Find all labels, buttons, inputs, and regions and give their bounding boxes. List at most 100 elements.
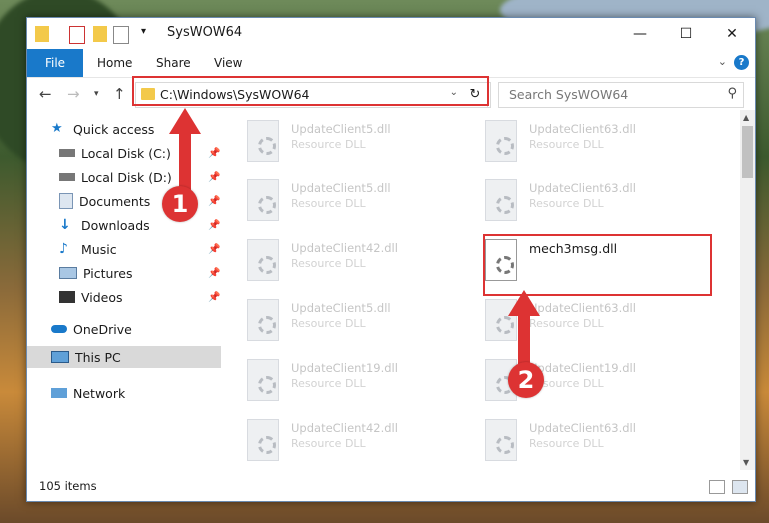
pin-icon[interactable]: 📌 — [208, 196, 220, 207]
file-item[interactable]: UpdateClient42.dll Resource DLL — [243, 417, 463, 467]
file-type: Resource DLL — [529, 437, 604, 450]
picture-icon — [59, 267, 77, 279]
back-arrow-icon[interactable]: ← — [39, 85, 52, 103]
file-name: UpdateClient5.dll — [291, 301, 391, 315]
file-name: UpdateClient42.dll — [291, 241, 398, 255]
dll-file-icon — [485, 179, 517, 221]
pin-icon[interactable]: 📌 — [208, 220, 220, 231]
sidebar-item-label: Music — [81, 241, 117, 257]
file-item[interactable]: UpdateClient63.dll Resource DLL — [481, 417, 701, 467]
file-name: UpdateClient5.dll — [291, 122, 391, 136]
file-type: Resource DLL — [291, 197, 366, 210]
step-one-badge: 1 — [162, 186, 198, 222]
ribbon: File Home Share View ⌄ ? — [27, 49, 755, 78]
file-name: UpdateClient63.dll — [529, 181, 636, 195]
file-type: Resource DLL — [291, 377, 366, 390]
download-arrow-icon: ↓ — [59, 217, 71, 233]
gear-icon — [496, 436, 514, 454]
details-view-icon[interactable] — [709, 480, 725, 494]
file-name: UpdateClient19.dll — [529, 361, 636, 375]
help-icon[interactable]: ? — [734, 55, 749, 70]
file-type: Resource DLL — [291, 257, 366, 270]
pin-icon[interactable]: 📌 — [208, 148, 220, 159]
file-type: Resource DLL — [529, 197, 604, 210]
maximize-button[interactable]: ☐ — [663, 18, 709, 49]
drive-icon — [59, 149, 75, 157]
customize-toolbar-icon[interactable]: ▾ — [141, 26, 146, 37]
file-type: Resource DLL — [529, 138, 604, 151]
up-arrow-icon[interactable]: ↑ — [113, 85, 126, 103]
file-item[interactable]: UpdateClient5.dll Resource DLL — [243, 177, 463, 227]
sidebar-item-label: Documents — [79, 193, 151, 209]
gear-icon — [258, 316, 276, 334]
search-input[interactable]: Search SysWOW64 ⚲ — [498, 82, 744, 108]
file-item[interactable]: UpdateClient63.dll Resource DLL — [481, 118, 701, 168]
file-type: Resource DLL — [291, 138, 366, 151]
sidebar-item-label: Quick access — [73, 121, 155, 137]
sidebar-item-label: Local Disk (D:) — [81, 169, 172, 185]
forward-arrow-icon[interactable]: → — [67, 85, 80, 103]
sidebar-item-onedrive[interactable]: OneDrive — [27, 318, 221, 340]
gear-icon — [258, 256, 276, 274]
sidebar-item-pictures[interactable]: Pictures 📌 — [27, 262, 221, 284]
tab-view[interactable]: View — [214, 56, 242, 70]
new-folder-icon[interactable] — [93, 26, 107, 42]
tab-share[interactable]: Share — [156, 56, 191, 70]
step-two-badge: 2 — [508, 362, 544, 398]
dll-file-icon — [485, 120, 517, 162]
gear-icon — [258, 436, 276, 454]
file-name: UpdateClient63.dll — [529, 421, 636, 435]
gear-icon — [496, 196, 514, 214]
file-item[interactable]: UpdateClient5.dll Resource DLL — [243, 297, 463, 347]
file-name: UpdateClient42.dll — [291, 421, 398, 435]
vertical-scrollbar[interactable]: ▲ ▼ — [740, 110, 755, 470]
sidebar-item-this-pc[interactable]: This PC — [27, 346, 221, 368]
file-type: Resource DLL — [291, 317, 366, 330]
sidebar-item-network[interactable]: Network — [27, 382, 221, 404]
file-name: UpdateClient19.dll — [291, 361, 398, 375]
pin-icon[interactable]: 📌 — [208, 292, 220, 303]
gear-icon — [258, 196, 276, 214]
sidebar-item-label: Network — [73, 385, 126, 401]
search-placeholder: Search SysWOW64 — [509, 87, 629, 102]
scroll-down-icon[interactable]: ▼ — [743, 458, 749, 467]
minimize-button[interactable]: — — [617, 18, 663, 49]
pin-icon[interactable]: 📌 — [208, 268, 220, 279]
file-name: UpdateClient63.dll — [529, 301, 636, 315]
dll-file-icon — [485, 419, 517, 461]
arrow-up-icon — [169, 108, 201, 192]
file-type: Resource DLL — [291, 437, 366, 450]
file-item[interactable]: UpdateClient63.dll Resource DLL — [481, 177, 701, 227]
properties-icon[interactable] — [69, 26, 85, 44]
sidebar-item-label: Downloads — [81, 217, 150, 233]
dll-file-icon — [247, 179, 279, 221]
dll-file-icon — [247, 299, 279, 341]
scrollbar-thumb[interactable] — [742, 126, 753, 178]
expand-ribbon-icon[interactable]: ⌄ — [718, 55, 727, 68]
dll-file-icon — [247, 359, 279, 401]
file-item[interactable]: UpdateClient5.dll Resource DLL — [243, 118, 463, 168]
title-bar: ▾ SysWOW64 — ☐ ✕ — [27, 18, 755, 49]
tab-file[interactable]: File — [27, 49, 83, 77]
computer-icon — [51, 351, 69, 363]
sidebar-item-label: This PC — [75, 349, 121, 365]
file-item[interactable]: UpdateClient19.dll Resource DLL — [243, 357, 463, 407]
dll-file-icon — [247, 120, 279, 162]
recent-locations-icon[interactable]: ▾ — [94, 89, 99, 99]
pin-icon[interactable]: 📌 — [208, 244, 220, 255]
dll-file-icon — [247, 239, 279, 281]
arrow-up-icon — [508, 290, 540, 364]
sidebar-item-videos[interactable]: Videos 📌 — [27, 286, 221, 308]
tab-home[interactable]: Home — [97, 56, 132, 70]
music-note-icon: ♪ — [59, 241, 68, 257]
pin-icon[interactable]: 📌 — [208, 172, 220, 183]
close-button[interactable]: ✕ — [709, 18, 755, 49]
sidebar-item-music[interactable]: ♪ Music 📌 — [27, 238, 221, 260]
view-options-icon[interactable] — [113, 26, 129, 44]
gear-icon — [258, 376, 276, 394]
scroll-up-icon[interactable]: ▲ — [743, 113, 749, 122]
large-icons-view-icon[interactable] — [732, 480, 748, 494]
gear-icon — [496, 137, 514, 155]
file-item[interactable]: UpdateClient42.dll Resource DLL — [243, 237, 463, 287]
file-name: UpdateClient63.dll — [529, 122, 636, 136]
